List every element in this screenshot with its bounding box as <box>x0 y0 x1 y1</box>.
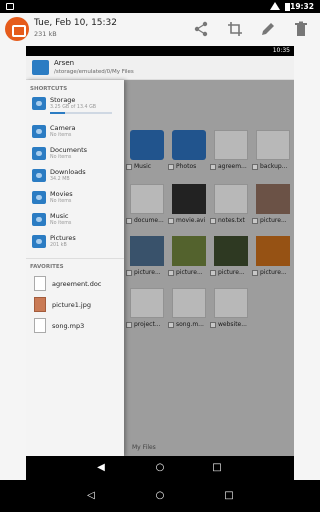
drawer-item-desc: 201 kB <box>50 243 67 248</box>
inner-header-path: /storage/emulated/0/My Files <box>54 69 134 75</box>
image-size: 231 kB <box>34 30 57 38</box>
app-bar: Tue, Feb 10, 15:32 231 kB <box>0 13 320 46</box>
favorite-item[interactable]: agreement.doc <box>26 274 124 294</box>
favorite-item-label: song.mp3 <box>52 322 85 330</box>
document-icon <box>34 276 46 291</box>
storage-icon <box>32 97 46 110</box>
drawer-item-documents[interactable]: Documents No items <box>26 144 124 164</box>
edit-icon[interactable] <box>259 20 277 38</box>
audio-file-icon <box>34 318 46 333</box>
drawer-item-label: Pictures <box>50 234 76 242</box>
camera-folder-icon <box>32 125 46 138</box>
documents-folder-icon <box>32 147 46 160</box>
inner-header-name: Arsen <box>54 59 75 67</box>
drawer-item-desc: No items <box>50 221 72 226</box>
drawer-item-music[interactable]: Music No items <box>26 210 124 230</box>
downloads-folder-icon <box>32 169 46 182</box>
navigation-bar: ◁ ○ □ <box>0 480 320 512</box>
image-title: Tue, Feb 10, 15:32 <box>34 18 117 28</box>
drawer-item-label: Storage <box>50 96 76 104</box>
pictures-folder-icon <box>32 235 46 248</box>
back-icon[interactable]: ◀ <box>94 461 108 475</box>
image-thumbnail <box>34 297 46 312</box>
drawer-item-camera[interactable]: Camera No items <box>26 122 124 142</box>
share-icon[interactable] <box>192 20 210 38</box>
drawer-item-desc: No items <box>50 133 72 138</box>
home-icon[interactable]: ○ <box>153 461 167 475</box>
favorites-heading: FAVORITES <box>30 264 64 270</box>
drawer-item-desc: No items <box>50 155 72 160</box>
drawer-item-label: Documents <box>50 146 88 154</box>
inner-status-time: 10:35 <box>272 47 290 54</box>
drawer-item-label: Music <box>50 212 69 220</box>
recents-icon[interactable]: □ <box>222 489 236 503</box>
wifi-icon <box>270 2 280 10</box>
breadcrumb: My Files <box>124 440 294 456</box>
drawer-item-desc: 34.2 MB <box>50 177 70 182</box>
movies-folder-icon <box>32 191 46 204</box>
recents-icon[interactable]: □ <box>210 461 224 475</box>
folder-icon <box>32 60 49 75</box>
inner-navigation-bar: ◀ ○ □ <box>26 456 294 480</box>
drawer-item-label: Movies <box>50 190 73 198</box>
home-icon[interactable]: ○ <box>153 489 167 503</box>
drawer-item-storage[interactable]: Storage 3.25 GB of 13.4 GB <box>26 94 124 114</box>
crop-icon[interactable] <box>226 20 244 38</box>
storage-usage-bar <box>50 112 112 114</box>
image-content[interactable]: 10:35 Arsen /storage/emulated/0/My Files… <box>26 46 294 456</box>
drawer-item-label: Camera <box>50 124 76 132</box>
gallery-app-logo-icon[interactable] <box>5 17 29 41</box>
drawer-item-desc: 3.25 GB of 13.4 GB <box>50 105 97 110</box>
drawer-item-label: Downloads <box>50 168 86 176</box>
drawer-scrim[interactable] <box>124 80 294 456</box>
drawer-item-downloads[interactable]: Downloads 34.2 MB <box>26 166 124 186</box>
screenshot-notification-icon <box>6 3 14 10</box>
music-folder-icon <box>32 213 46 226</box>
navigation-drawer: SHORTCUTS Storage 3.25 GB of 13.4 GB Cam… <box>26 80 124 456</box>
inner-app-bar: Arsen /storage/emulated/0/My Files <box>26 56 294 80</box>
drawer-item-movies[interactable]: Movies No items <box>26 188 124 208</box>
drawer-divider <box>26 258 124 259</box>
storage-usage-fill <box>50 112 65 114</box>
back-icon[interactable]: ◁ <box>84 489 98 503</box>
status-bar: 19:32 <box>0 0 320 13</box>
shortcuts-heading: SHORTCUTS <box>30 86 68 92</box>
drawer-item-desc: No items <box>50 199 72 204</box>
inner-status-bar: 10:35 <box>26 46 294 56</box>
status-time: 19:32 <box>290 2 314 11</box>
drawer-item-pictures[interactable]: Pictures 201 kB <box>26 232 124 252</box>
favorite-item[interactable]: picture1.jpg <box>26 295 124 315</box>
favorite-item-label: agreement.doc <box>52 280 102 288</box>
favorite-item-label: picture1.jpg <box>52 301 91 309</box>
breadcrumb-label: My Files <box>132 444 156 451</box>
favorite-item[interactable]: song.mp3 <box>26 316 124 336</box>
delete-icon[interactable] <box>292 20 310 38</box>
